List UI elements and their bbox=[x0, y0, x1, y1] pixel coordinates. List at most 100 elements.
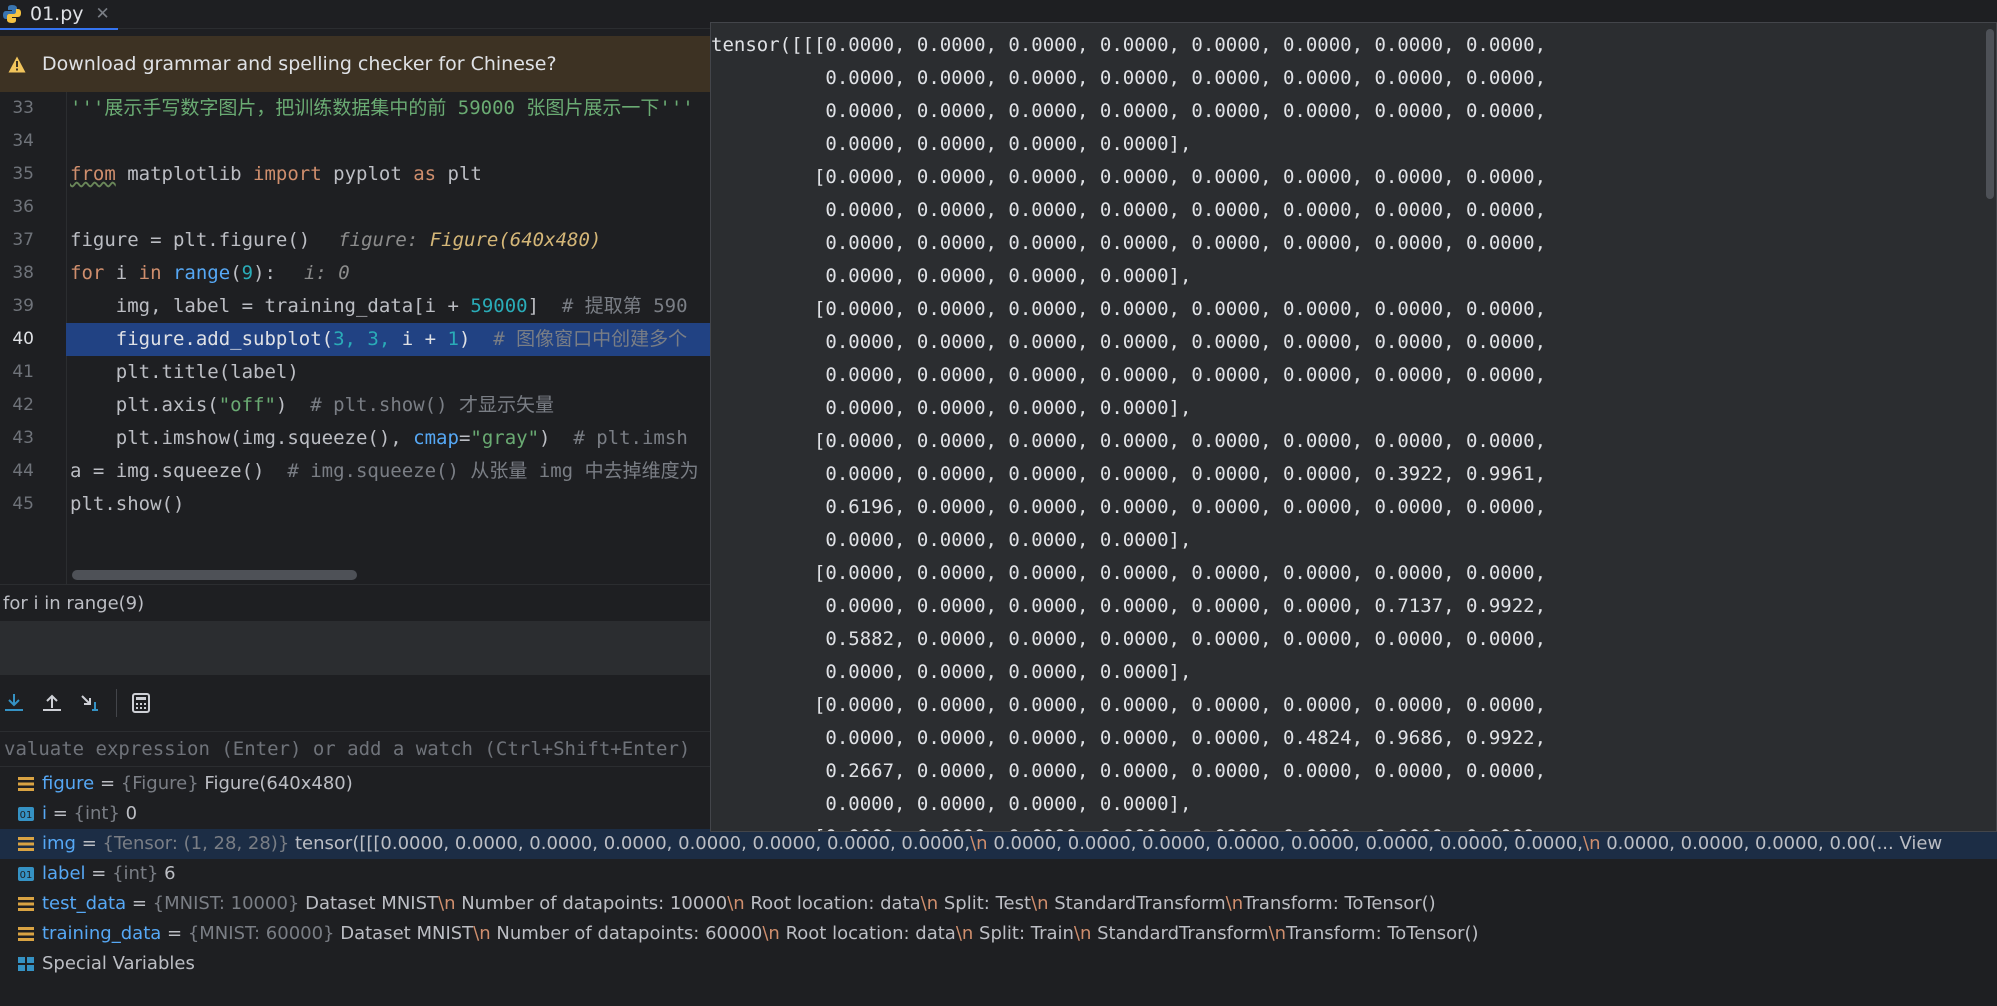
escape-newline: \n bbox=[970, 833, 988, 854]
code-text: ) bbox=[539, 427, 551, 449]
code-comment: # 提取第 590 bbox=[539, 295, 688, 317]
escape-newline: \n bbox=[1268, 923, 1287, 944]
close-tab-icon[interactable]: ✕ bbox=[96, 4, 110, 24]
module-name: pyplot bbox=[321, 163, 414, 185]
line-number: 45 bbox=[12, 494, 34, 514]
number-literal: 9 bbox=[241, 262, 254, 284]
keyword-argument: cmap bbox=[413, 427, 459, 449]
step-out-icon[interactable] bbox=[38, 689, 66, 717]
evaluate-icon[interactable] bbox=[127, 689, 155, 717]
code-comment: # plt.imsh bbox=[550, 427, 688, 449]
variable-row-test-data[interactable]: test_data = {MNIST: 10000} Dataset MNIST… bbox=[0, 889, 1997, 919]
variable-value: Dataset MNIST\n Number of datapoints: 60… bbox=[334, 923, 1479, 944]
variable-row-special-variables[interactable]: Special Variables bbox=[0, 949, 1997, 979]
tensor-line: 0.0000, 0.0000, 0.0000, 0.0000, 0.0000, … bbox=[711, 232, 1547, 254]
code-line-38[interactable]: for i in range(9): i: 0 bbox=[70, 257, 350, 290]
escape-newline: \n bbox=[955, 923, 974, 944]
code-line-45[interactable]: plt.show() bbox=[70, 488, 184, 521]
int-icon: 01 bbox=[18, 807, 34, 821]
notification-text[interactable]: Download grammar and spelling checker fo… bbox=[42, 53, 557, 75]
code-text: ): bbox=[253, 262, 276, 284]
line-number: 34 bbox=[12, 131, 34, 151]
string-literal: "off" bbox=[218, 394, 276, 416]
variable-value: tensor([[[0.0000, 0.0000, 0.0000, 0.0000… bbox=[289, 833, 1943, 854]
code-line-33[interactable]: '''展示手写数字图片，把训练数据集中的前 59000 张图片展示一下''' bbox=[70, 92, 694, 125]
number-literal: 3, 3, bbox=[333, 328, 402, 350]
code-line-43[interactable]: plt.imshow(img.squeeze(), cmap="gray") #… bbox=[70, 422, 688, 455]
breadcrumb-item[interactable]: for i in range(9) bbox=[3, 593, 144, 614]
tensor-line: 0.5882, 0.0000, 0.0000, 0.0000, 0.0000, … bbox=[711, 628, 1547, 650]
object-icon bbox=[18, 777, 34, 791]
code-text: i bbox=[104, 262, 139, 284]
code-text: = bbox=[458, 427, 471, 449]
code-line-41[interactable]: plt.title(label) bbox=[70, 356, 299, 389]
python-file-icon bbox=[3, 5, 21, 23]
code-text: ) bbox=[275, 394, 288, 416]
tensor-line: 0.6196, 0.0000, 0.0000, 0.0000, 0.0000, … bbox=[711, 496, 1547, 518]
code-line-44[interactable]: a = img.squeeze() # img.squeeze() 从张量 im… bbox=[70, 455, 699, 488]
svg-text:01: 01 bbox=[20, 810, 33, 821]
line-number: 39 bbox=[12, 296, 34, 316]
line-number: 36 bbox=[12, 197, 34, 217]
variable-type: {MNIST: 10000} bbox=[152, 893, 300, 914]
code-text: img, label = training_data[i + bbox=[70, 295, 471, 317]
code-text: ) bbox=[458, 328, 471, 350]
variable-type: {int} bbox=[112, 863, 159, 884]
code-line-42[interactable]: plt.axis("off") # plt.show() 才显示矢量 bbox=[70, 389, 554, 422]
code-text: plt.show() bbox=[70, 493, 185, 515]
variable-equals: = bbox=[126, 893, 153, 914]
value-tooltip-popup[interactable]: tensor([[[0.0000, 0.0000, 0.0000, 0.0000… bbox=[710, 22, 1997, 832]
tensor-line: [0.0000, 0.0000, 0.0000, 0.0000, 0.0000,… bbox=[711, 298, 1547, 320]
keyword-from: from bbox=[70, 163, 116, 185]
builtin-range: range bbox=[161, 262, 231, 284]
line-number: 33 bbox=[12, 98, 34, 118]
tensor-line: 0.0000, 0.0000, 0.0000, 0.0000, 0.0000, … bbox=[711, 727, 1547, 749]
tensor-line: tensor([[[0.0000, 0.0000, 0.0000, 0.0000… bbox=[711, 34, 1547, 56]
tensor-line: 0.0000, 0.0000, 0.0000, 0.0000], bbox=[711, 793, 1192, 815]
tensor-line: 0.0000, 0.0000, 0.0000, 0.0000], bbox=[711, 133, 1192, 155]
code-line-35[interactable]: from matplotlib import pyplot as plt bbox=[70, 158, 482, 191]
variable-equals: = bbox=[85, 863, 113, 884]
escape-newline: \n bbox=[762, 923, 780, 944]
code-line-37[interactable]: figure = plt.figure() figure: Figure(640x… bbox=[70, 224, 601, 257]
module-name: matplotlib bbox=[115, 163, 254, 185]
line-number: 42 bbox=[12, 395, 34, 415]
warning-icon bbox=[8, 56, 26, 72]
special-variables-icon bbox=[18, 957, 34, 971]
tensor-line: [0.0000, 0.0000, 0.0000, 0.0000, 0.0000,… bbox=[711, 562, 1547, 584]
code-text: plt.axis( bbox=[70, 394, 219, 416]
line-number: 44 bbox=[12, 461, 34, 481]
inline-value: Figure(640x480) bbox=[429, 229, 602, 251]
keyword-for: for bbox=[70, 262, 105, 284]
line-number: 41 bbox=[12, 362, 34, 382]
number-literal: 1 bbox=[447, 328, 459, 350]
horizontal-scrollbar[interactable] bbox=[72, 570, 357, 580]
code-text: ( bbox=[230, 262, 242, 284]
variable-row-img[interactable]: img = {Tensor: (1, 28, 28)} tensor([[[0.… bbox=[0, 829, 1997, 859]
tensor-line: 0.0000, 0.0000, 0.0000, 0.0000, 0.0000, … bbox=[711, 595, 1547, 617]
tooltip-scrollbar[interactable] bbox=[1986, 29, 1994, 199]
file-tab[interactable]: 01.py ✕ bbox=[0, 0, 118, 30]
line-number: 35 bbox=[12, 164, 34, 184]
variable-name: training_data bbox=[42, 923, 162, 944]
code-text: a = img.squeeze() bbox=[70, 460, 265, 482]
variable-type: {MNIST: 60000} bbox=[187, 923, 335, 944]
code-text: i + bbox=[401, 328, 448, 350]
variable-value: Figure(640x480) bbox=[198, 773, 353, 794]
svg-text:01: 01 bbox=[20, 870, 33, 881]
run-to-cursor-icon[interactable] bbox=[76, 689, 104, 717]
variable-type: {Tensor: (1, 28, 28)} bbox=[102, 833, 290, 854]
tensor-line: 0.0000, 0.0000, 0.0000, 0.0000], bbox=[711, 397, 1192, 419]
variable-name: img bbox=[42, 833, 76, 854]
code-text: plt.title(label) bbox=[70, 361, 299, 383]
variable-row-training-data[interactable]: training_data = {MNIST: 60000} Dataset M… bbox=[0, 919, 1997, 949]
tensor-line: 0.0000, 0.0000, 0.0000, 0.0000, 0.0000, … bbox=[711, 199, 1547, 221]
escape-newline: \n bbox=[1583, 833, 1601, 854]
variable-name: test_data bbox=[42, 893, 127, 914]
code-line-40-current[interactable]: figure.add_subplot(3, 3, i + 1) # 图像窗口中创… bbox=[70, 323, 687, 356]
step-into-icon[interactable] bbox=[0, 689, 28, 717]
int-icon: 01 bbox=[18, 867, 34, 881]
variable-row-label[interactable]: 01 label = {int} 6 bbox=[0, 859, 1997, 889]
code-line-39[interactable]: img, label = training_data[i + 59000] # … bbox=[70, 290, 688, 323]
escape-newline: \n bbox=[438, 893, 456, 914]
